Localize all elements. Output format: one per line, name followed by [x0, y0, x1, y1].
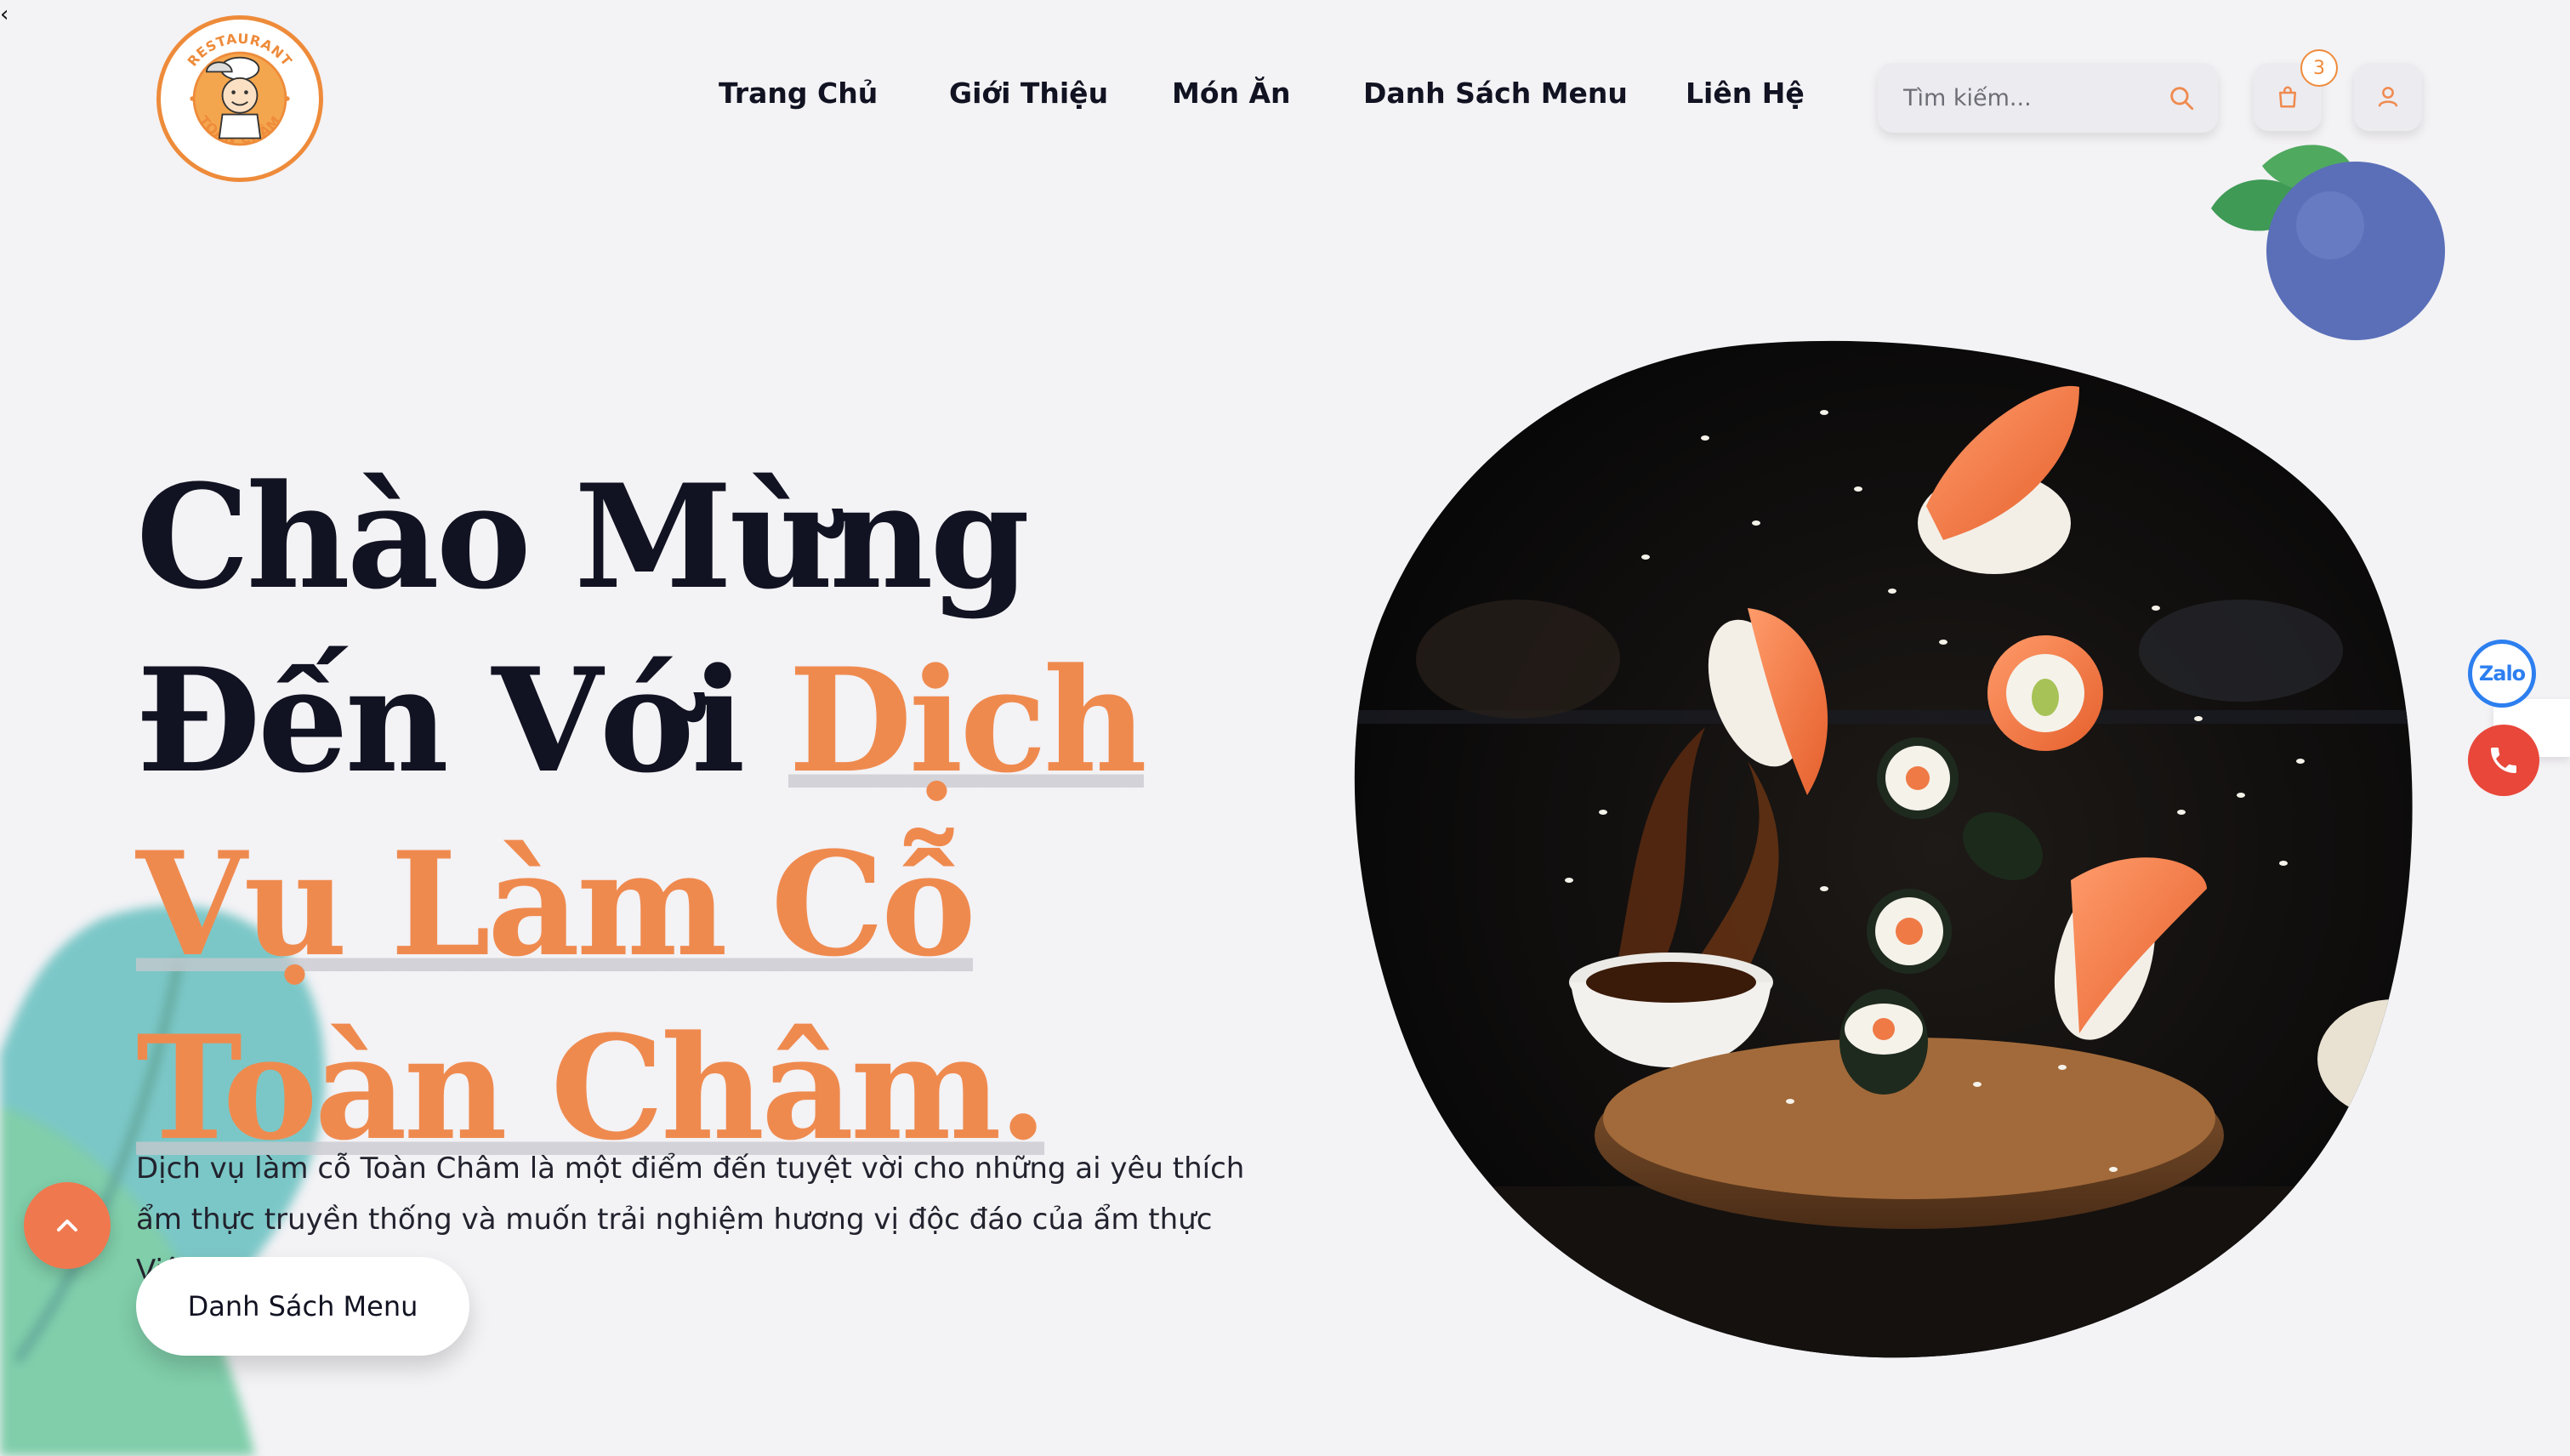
nav-item-menu-list[interactable]: Danh Sách Menu [1363, 77, 1628, 110]
nav-item-dishes[interactable]: Món Ăn [1172, 77, 1291, 110]
back-caret[interactable]: ‹ [0, 2, 9, 27]
chef-logo-icon: RESTAURANT TOÀN CHÂM [185, 31, 295, 147]
search-box [1878, 63, 2218, 133]
search-input[interactable] [1902, 83, 2148, 112]
nav-item-home[interactable]: Trang Chủ [719, 77, 878, 110]
hero-title: Chào Mừng Đến Với Dịch Vụ Làm Cỗ Toàn Ch… [136, 445, 1310, 1180]
user-icon [2378, 87, 2398, 107]
hero-title-line2-dark: Đến Với [136, 635, 789, 805]
hero-sushi-image [1354, 340, 2413, 1358]
hero-title-line2-accent: Dịch [788, 635, 1147, 805]
shopping-bag-icon [2279, 86, 2296, 108]
hero-title-line1: Chào Mừng [136, 452, 1030, 621]
scroll-to-top-button[interactable] [24, 1182, 111, 1269]
nav-item-about[interactable]: Giới Thiệu [949, 77, 1108, 110]
phone-call-button[interactable] [2468, 725, 2539, 796]
zalo-chat-button[interactable]: Zalo [2468, 640, 2536, 708]
chevron-up-icon [57, 1220, 77, 1231]
restaurant-logo[interactable]: RESTAURANT TOÀN CHÂM [156, 15, 323, 182]
user-account-button[interactable] [2354, 63, 2422, 131]
cart-count-badge: 3 [2300, 49, 2338, 87]
blueberry-decoration [2211, 145, 2445, 340]
menu-list-button[interactable]: Danh Sách Menu [136, 1257, 469, 1356]
hero-title-line3: Vụ Làm Cỗ [136, 819, 976, 988]
search-icon[interactable] [2167, 83, 2196, 112]
phone-icon [2491, 748, 2516, 773]
nav-item-contact[interactable]: Liên Hệ [1686, 77, 1805, 110]
